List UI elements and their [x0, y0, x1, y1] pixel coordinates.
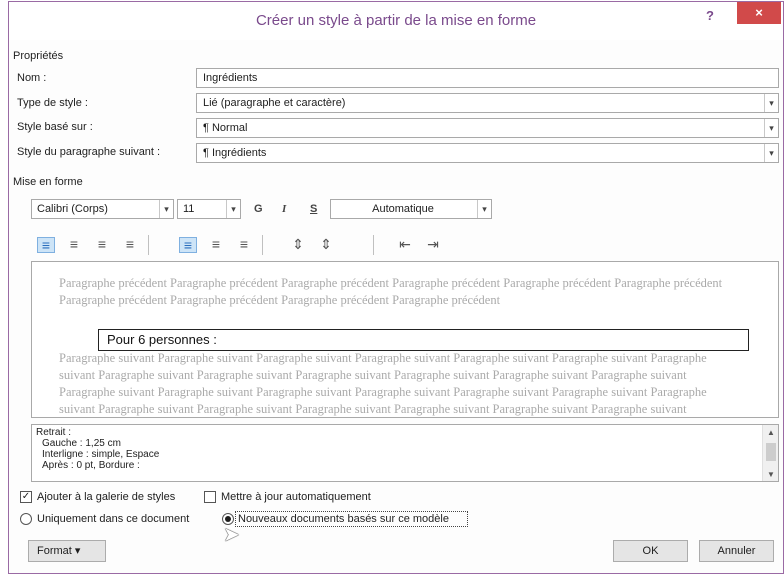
ok-button[interactable]: OK	[613, 540, 688, 562]
description-line: Retrait :	[36, 427, 72, 438]
font-color-select[interactable]: Automatique ▾	[330, 199, 492, 219]
style-type-select[interactable]: Lié (paragraphe et caractère) ▾	[196, 93, 779, 113]
style-type-value: Lié (paragraphe et caractère)	[203, 97, 346, 109]
next-paragraph-style-label: Style du paragraphe suivant :	[17, 146, 161, 158]
toolbar-separator	[373, 235, 374, 255]
font-select[interactable]: Calibri (Corps) ▾	[31, 199, 174, 219]
sample-paragraph: Pour 6 personnes :	[98, 329, 749, 351]
description-line: Après : 0 pt, Bordure :	[42, 460, 140, 471]
single-spacing-icon[interactable]: ≡	[179, 237, 197, 253]
style-description: Retrait : Gauche : 1,25 cm Interligne : …	[31, 424, 779, 482]
based-on-value: ¶ Normal	[203, 122, 248, 134]
chevron-down-icon[interactable]: ▾	[764, 144, 778, 162]
name-input[interactable]: Ingrédients	[196, 68, 779, 88]
align-center-icon[interactable]: ≡	[65, 237, 83, 253]
bold-button[interactable]: G	[254, 203, 263, 215]
align-right-icon[interactable]: ≡	[93, 237, 111, 253]
description-scrollbar[interactable]: ▲ ▼	[762, 425, 778, 481]
justify-icon[interactable]: ≡	[121, 237, 139, 253]
chevron-down-icon[interactable]: ▾	[159, 200, 173, 218]
font-size-select[interactable]: 11 ▾	[177, 199, 241, 219]
increase-indent-icon[interactable]: ⇥	[424, 237, 442, 253]
chevron-down-icon[interactable]: ▾	[764, 119, 778, 137]
close-button[interactable]: ×	[737, 2, 781, 24]
one-half-spacing-icon[interactable]: ≡	[207, 237, 225, 253]
description-line: Gauche : 1,25 cm	[42, 438, 121, 449]
double-spacing-icon[interactable]: ≡	[235, 237, 253, 253]
increase-paragraph-spacing-icon[interactable]: ⇕	[289, 237, 307, 253]
new-documents-label[interactable]: Nouveaux documents basés sur ce modèle	[238, 513, 449, 525]
auto-update-checkbox[interactable]	[204, 491, 216, 503]
style-type-label: Type de style :	[17, 97, 88, 109]
based-on-label: Style basé sur :	[17, 121, 93, 133]
mouse-cursor-icon: ➤	[223, 524, 240, 546]
toolbar-separator	[148, 235, 149, 255]
scroll-thumb[interactable]	[766, 443, 776, 461]
format-button[interactable]: Format ▾	[28, 540, 106, 562]
cancel-button[interactable]: Annuler	[699, 540, 774, 562]
title-bar: Créer un style à partir de la mise en fo…	[9, 2, 783, 40]
help-button[interactable]: ?	[706, 8, 714, 23]
add-to-gallery-label[interactable]: Ajouter à la galerie de styles	[37, 491, 175, 503]
description-line: Interligne : simple, Espace	[42, 449, 160, 460]
italic-button[interactable]: I	[282, 203, 286, 215]
properties-section-title: Propriétés	[13, 50, 64, 62]
chevron-down-icon[interactable]: ▾	[764, 94, 778, 112]
formatting-section-title: Mise en forme	[13, 176, 83, 188]
next-paragraph-style-value: ¶ Ingrédients	[203, 147, 267, 159]
add-to-gallery-checkbox[interactable]: ✓	[20, 491, 32, 503]
align-left-icon[interactable]: ≡	[37, 237, 55, 253]
dialog-title: Créer un style à partir de la mise en fo…	[255, 12, 537, 29]
previous-paragraph-text: Paragraphe précédent Paragraphe précéden…	[59, 276, 723, 307]
following-paragraph-text: Paragraphe suivant Paragraphe suivant Pa…	[59, 351, 707, 416]
based-on-select[interactable]: ¶ Normal ▾	[196, 118, 779, 138]
underline-button[interactable]: S	[310, 203, 317, 215]
font-color-value: Automatique	[372, 203, 434, 215]
scroll-up-icon[interactable]: ▲	[763, 427, 779, 438]
auto-update-label[interactable]: Mettre à jour automatiquement	[221, 491, 371, 503]
only-this-document-label[interactable]: Uniquement dans ce document	[37, 513, 189, 525]
decrease-paragraph-spacing-icon[interactable]: ⇕	[317, 237, 335, 253]
only-this-document-radio[interactable]	[20, 513, 32, 525]
scroll-down-icon[interactable]: ▼	[763, 469, 779, 480]
next-paragraph-style-select[interactable]: ¶ Ingrédients ▾	[196, 143, 779, 163]
style-preview: Paragraphe précédent Paragraphe précéden…	[31, 261, 779, 418]
chevron-down-icon[interactable]: ▾	[477, 200, 491, 218]
font-value: Calibri (Corps)	[37, 203, 108, 215]
decrease-indent-icon[interactable]: ⇤	[396, 237, 414, 253]
font-size-value: 11	[183, 203, 195, 215]
toolbar-separator	[262, 235, 263, 255]
name-label: Nom :	[17, 72, 47, 84]
chevron-down-icon[interactable]: ▾	[226, 200, 240, 218]
